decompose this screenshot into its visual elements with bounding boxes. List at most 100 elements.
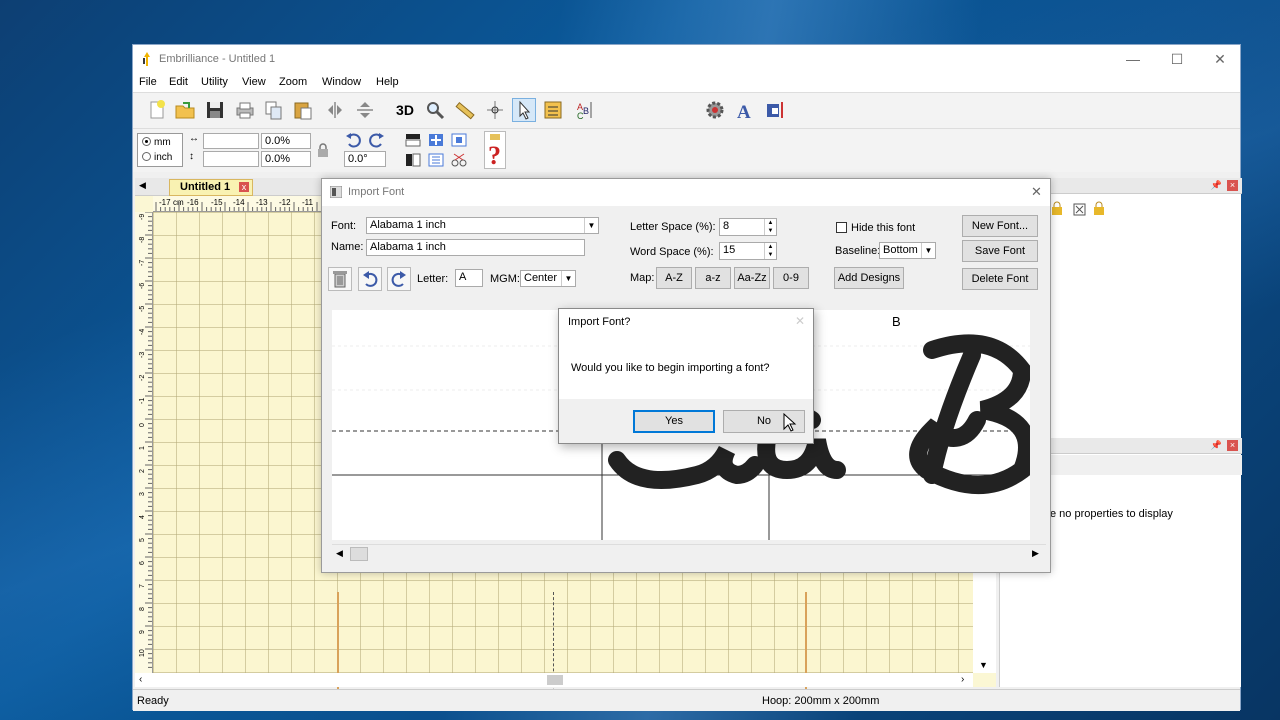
confirm-close-button[interactable]: ✕ (795, 314, 805, 328)
scrollbar-thumb[interactable] (547, 675, 563, 685)
lock-aspect-icon[interactable] (317, 143, 329, 157)
stitch-tool-icon[interactable] (483, 98, 507, 122)
zoom-icon[interactable] (423, 98, 447, 122)
help-question-icon[interactable]: ? (484, 131, 506, 170)
paste-icon[interactable] (291, 98, 315, 122)
align-left-icon[interactable] (403, 151, 423, 169)
word-space-input[interactable]: 15 ▲ ▼ (719, 242, 777, 260)
preview-letter-label: B (892, 314, 901, 329)
center-page-icon[interactable] (449, 131, 469, 149)
settings-gear-icon[interactable] (703, 98, 727, 122)
save-font-button[interactable]: Save Font (962, 240, 1038, 262)
rotate-right-icon[interactable] (366, 131, 386, 149)
mgm-select[interactable]: Center ▼ (520, 270, 576, 287)
text-tool-icon[interactable]: A (733, 98, 757, 123)
unit-mm-radio[interactable] (142, 137, 151, 146)
unit-inch-radio[interactable] (142, 152, 151, 161)
copy-icon[interactable] (262, 98, 286, 122)
letter-space-spinner[interactable]: ▲ ▼ (764, 219, 776, 235)
object-lock-icons (1050, 200, 1112, 216)
height-input[interactable] (203, 151, 259, 167)
scroll-right-icon[interactable]: › (961, 674, 964, 685)
name-input[interactable]: Alabama 1 inch (366, 239, 585, 256)
height-percent-input[interactable]: 0.0% (261, 151, 311, 167)
rotation-input[interactable]: 0.0° (344, 151, 386, 167)
menu-file[interactable]: File (139, 76, 157, 88)
align-top-icon[interactable] (403, 131, 423, 149)
letter-label: Letter: (417, 273, 449, 285)
close-button[interactable]: ✕ (1198, 49, 1242, 71)
word-space-spinner[interactable]: ▲ ▼ (764, 243, 776, 259)
horizontal-scrollbar[interactable]: ‹ › (135, 673, 973, 687)
menu-help[interactable]: Help (376, 76, 399, 88)
scroll-down-icon[interactable]: ▼ (979, 660, 988, 670)
mirror-horizontal-icon[interactable] (323, 98, 347, 122)
menu-window[interactable]: Window (322, 76, 361, 88)
baseline-select-value: Bottom (883, 244, 918, 256)
app-logo-icon (143, 52, 150, 66)
ruler-label: -8 (139, 237, 146, 243)
add-designs-button[interactable]: Add Designs (834, 267, 904, 289)
baseline-select[interactable]: Bottom ▼ (879, 242, 936, 259)
dialog-close-button[interactable]: ✕ (1031, 184, 1042, 200)
width-input[interactable] (203, 133, 259, 149)
hide-font-checkbox[interactable] (836, 222, 847, 233)
menu-utility[interactable]: Utility (201, 76, 228, 88)
cut-tool-icon[interactable] (449, 151, 469, 169)
ruler-label: -9 (139, 214, 146, 220)
ruler-label: 0 (139, 423, 146, 427)
select-pointer-icon[interactable] (512, 98, 536, 122)
preview-scroll-thumb[interactable] (350, 547, 368, 561)
preview-scroll-left-icon[interactable]: ◀ (336, 548, 343, 559)
ruler-label: -17 (159, 198, 171, 207)
pin-icon-2[interactable]: 📌 (1211, 440, 1222, 451)
ruler-icon[interactable] (453, 98, 477, 122)
width-percent-input[interactable]: 0.0% (261, 133, 311, 149)
center-horizontal-icon[interactable] (426, 131, 446, 149)
tab-close-icon[interactable]: x (239, 182, 249, 192)
map-aa-zz-button[interactable]: Aa-Zz (734, 267, 770, 289)
distribute-icon[interactable] (426, 151, 446, 169)
ruler-label: -2 (139, 375, 146, 381)
ruler-label: -1 (139, 398, 146, 404)
redo-icon[interactable] (387, 267, 411, 291)
letter-input[interactable]: A (455, 269, 483, 287)
mirror-vertical-icon[interactable] (353, 98, 377, 122)
rotate-left-icon[interactable] (344, 131, 364, 149)
new-font-button[interactable]: New Font... (962, 215, 1038, 237)
font-select[interactable]: Alabama 1 inch ▼ (366, 217, 599, 234)
new-file-icon[interactable] (145, 98, 169, 122)
map-0-9-button[interactable]: 0-9 (773, 267, 809, 289)
print-icon[interactable] (233, 98, 257, 122)
maximize-button[interactable]: ☐ (1155, 49, 1199, 71)
undo-icon[interactable] (358, 267, 382, 291)
pin-icon[interactable]: 📌 (1211, 180, 1222, 191)
scroll-left-icon[interactable]: ‹ (139, 674, 142, 685)
yes-button[interactable]: Yes (633, 410, 715, 433)
lettering-abc-icon[interactable]: ABC (573, 98, 597, 122)
menu-view[interactable]: View (242, 76, 266, 88)
three-d-view-button[interactable]: 3D (393, 98, 417, 122)
delete-letter-icon[interactable] (328, 267, 352, 291)
ruler-label: 3 (139, 492, 146, 496)
preview-scrollbar[interactable]: ◀ ▶ (332, 544, 1046, 562)
preview-scroll-right-icon[interactable]: ▶ (1032, 548, 1039, 559)
ruler-label: -6 (139, 283, 146, 289)
properties-close-icon[interactable]: × (1227, 440, 1238, 451)
delete-font-button[interactable]: Delete Font (962, 268, 1038, 290)
import-font-tool-icon[interactable] (763, 98, 787, 122)
chevron-down-icon: ▼ (584, 218, 598, 233)
save-icon[interactable] (203, 98, 227, 122)
tab-scroll-left-icon[interactable]: ◀ (139, 180, 146, 191)
minimize-button[interactable]: — (1111, 49, 1155, 71)
ruler-label: -7 (139, 260, 146, 266)
menu-zoom[interactable]: Zoom (279, 76, 307, 88)
letter-space-input[interactable]: 8 ▲ ▼ (719, 218, 777, 236)
color-sequence-icon[interactable] (541, 98, 565, 122)
menu-edit[interactable]: Edit (169, 76, 188, 88)
map-a-z-lower-button[interactable]: a-z (695, 267, 731, 289)
open-folder-icon[interactable] (173, 98, 197, 122)
mouse-cursor-icon (783, 413, 797, 432)
panel-close-icon[interactable]: × (1227, 180, 1238, 191)
map-a-z-upper-button[interactable]: A-Z (656, 267, 692, 289)
